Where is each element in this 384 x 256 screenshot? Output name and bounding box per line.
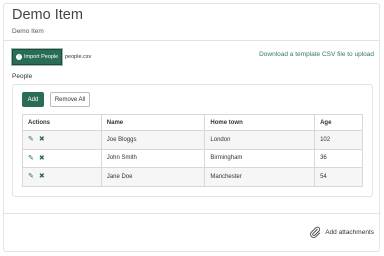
add-attachments-button[interactable]: Add attachments [309,226,374,238]
cell-home-town: Manchester [204,167,316,187]
close-icon[interactable]: ✖ [39,155,45,162]
header-divider [3,40,380,41]
table-header-row: Actions Name Home town Age [22,114,363,131]
close-icon[interactable]: ✖ [39,173,45,180]
paperclip-icon [309,226,321,238]
upload-icon: ↑ [16,53,22,60]
import-people-label: Import People [24,54,59,60]
column-header-name: Name [100,114,206,131]
footer-divider [3,213,380,214]
pencil-icon[interactable]: ✎ [28,173,34,180]
row-actions: ✎ ✖ [22,130,102,150]
page-title: Demo Item [12,7,83,23]
selected-filename: people.csv [65,54,92,60]
table-row: ✎ ✖ Joe Bloggs London 102 [22,130,363,150]
cell-home-town: London [204,130,316,150]
column-header-home-town: Home town [204,114,316,131]
page-subtitle: Demo Item [12,28,44,35]
people-section-label: People [12,73,33,80]
cell-age: 54 [314,167,363,187]
cell-name: Joe Bloggs [100,130,206,150]
people-table: Actions Name Home town Age ✎ ✖ Joe Blogg… [22,114,363,187]
add-button[interactable]: Add [22,92,44,107]
import-people-button[interactable]: ↑ Import People [12,49,62,65]
pencil-icon[interactable]: ✎ [28,155,34,162]
cell-name: Jane Doe [100,167,206,187]
pencil-icon[interactable]: ✎ [28,136,34,143]
cell-age: 36 [314,148,363,168]
column-header-actions: Actions [22,114,102,131]
remove-all-button[interactable]: Remove All [50,92,90,107]
table-row: ✎ ✖ Jane Doe Manchester 54 [22,167,363,187]
download-template-link[interactable]: Download a template CSV file to upload [259,51,374,58]
row-actions: ✎ ✖ [22,167,102,187]
cell-age: 102 [314,130,363,150]
row-actions: ✎ ✖ [22,148,102,168]
close-icon[interactable]: ✖ [39,136,45,143]
table-row: ✎ ✖ John Smith Birmingham 36 [22,148,363,168]
add-attachments-label: Add attachments [325,228,374,236]
cell-name: John Smith [100,148,206,168]
column-header-age: Age [314,114,363,131]
cell-home-town: Birmingham [204,148,316,168]
